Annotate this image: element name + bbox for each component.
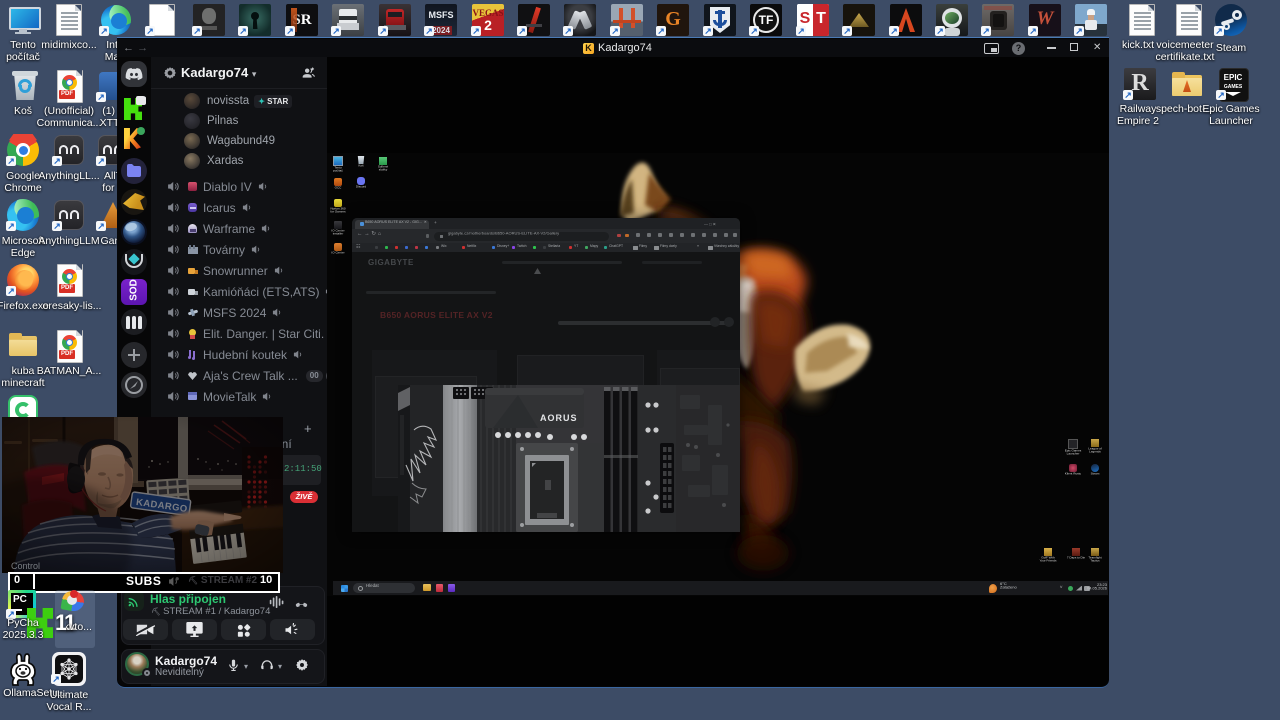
svg-text:Control: Control	[11, 561, 40, 571]
svg-text:AORUS: AORUS	[540, 413, 578, 423]
